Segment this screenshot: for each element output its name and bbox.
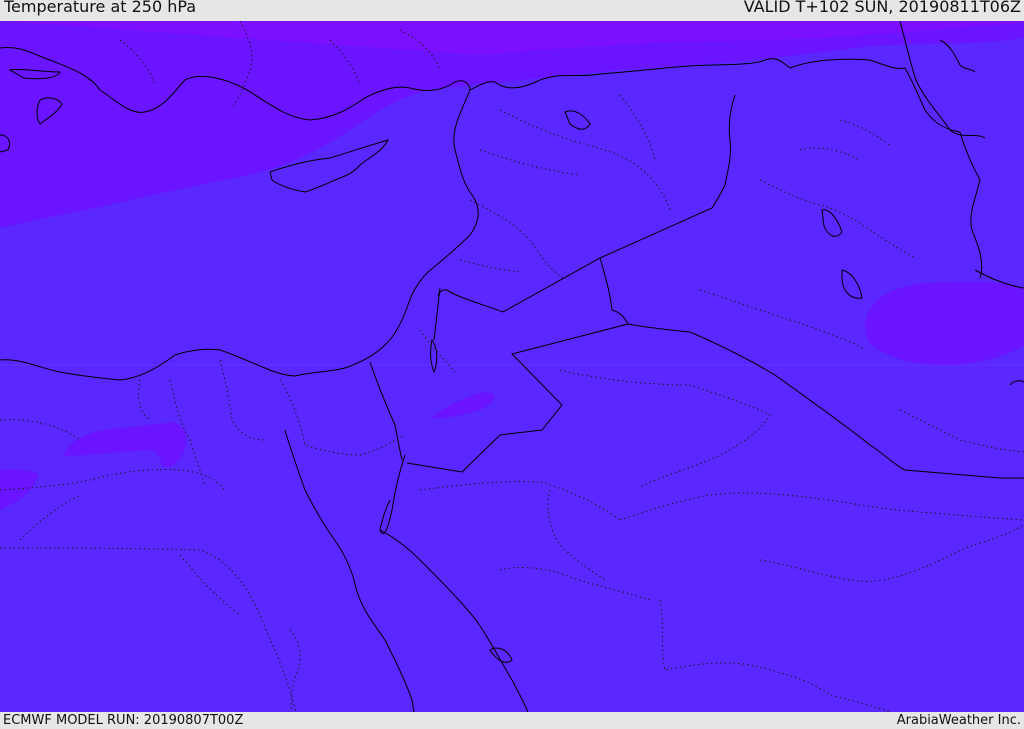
temperature-blob-east (865, 281, 1024, 366)
map-frame: Temperature at 250 hPa VALID T+102 SUN, … (0, 0, 1024, 729)
map-title: Temperature at 250 hPa (4, 0, 197, 16)
map-canvas[interactable] (0, 21, 1024, 712)
model-run: ECMWF MODEL RUN: 20190807T00Z (3, 713, 244, 728)
valid-time: VALID T+102 SUN, 20190811T06Z (743, 0, 1021, 16)
map-header: Temperature at 250 hPa VALID T+102 SUN, … (0, 0, 1024, 21)
temperature-map (0, 21, 1024, 712)
map-footer: ECMWF MODEL RUN: 20190807T00Z ArabiaWeat… (0, 712, 1024, 729)
brand-credit: ArabiaWeather Inc. (896, 713, 1021, 728)
